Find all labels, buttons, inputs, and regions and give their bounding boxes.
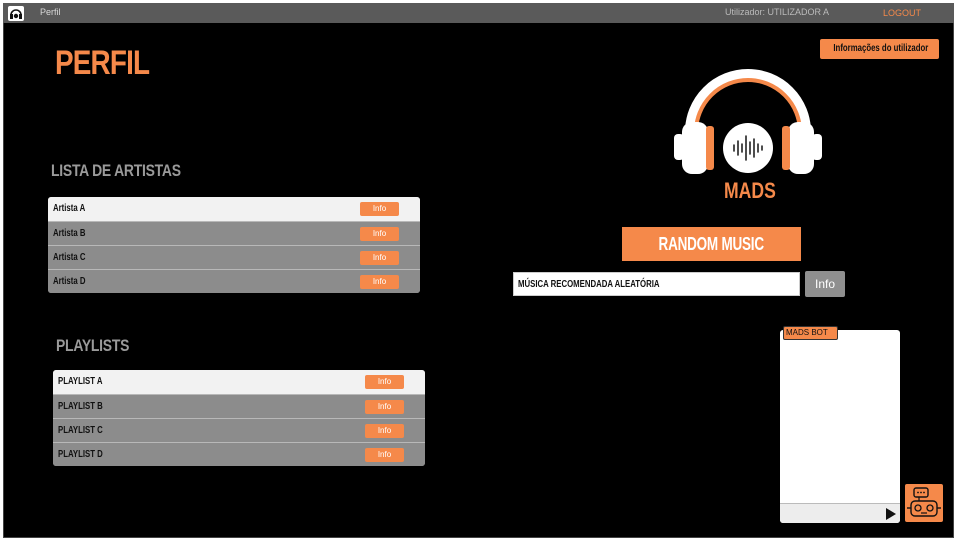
artists-section-title: LISTA DE ARTISTAS — [51, 161, 181, 180]
artist-info-button[interactable]: Info — [360, 227, 399, 241]
artist-name: Artista C — [53, 252, 86, 263]
user-info-button[interactable]: Informações do utilizador — [820, 39, 939, 59]
list-item[interactable]: Artista A Info — [48, 197, 420, 221]
playlists-list: PLAYLIST A Info PLAYLIST B Info PLAYLIST… — [53, 370, 425, 466]
window-title: Perfil — [40, 7, 61, 17]
playlist-info-button[interactable]: Info — [365, 424, 404, 438]
send-icon[interactable] — [886, 508, 896, 520]
user-info-button-label: Informações do utilizador — [833, 43, 929, 54]
random-music-button[interactable]: RANDOM MUSIC — [622, 227, 801, 261]
artist-info-button[interactable]: Info — [360, 275, 399, 289]
playlist-name: PLAYLIST B — [58, 401, 103, 412]
random-music-label: RANDOM MUSIC — [658, 234, 765, 254]
playlist-name: PLAYLIST A — [58, 376, 103, 387]
playlist-info-button[interactable]: Info — [365, 400, 404, 414]
playlists-section-title: PLAYLISTS — [56, 336, 130, 355]
robot-icon[interactable] — [905, 484, 943, 522]
artist-info-button[interactable]: Info — [360, 251, 399, 265]
recommended-song-text: MÚSICA RECOMENDADA ALEATÓRIA — [518, 279, 660, 290]
chatbot-panel — [780, 330, 900, 523]
artist-name: Artista D — [53, 276, 86, 287]
playlist-info-button[interactable]: Info — [365, 448, 404, 462]
brand-name: MADS — [724, 178, 776, 203]
headphones-icon — [8, 6, 24, 21]
list-item[interactable]: Artista C Info — [48, 245, 420, 269]
artist-name: Artista B — [53, 228, 86, 239]
current-user-label: Utilizador: UTILIZADOR A — [725, 7, 830, 17]
playlist-info-button[interactable]: Info — [365, 375, 404, 389]
artist-name: Artista A — [53, 203, 86, 214]
list-item[interactable]: PLAYLIST B Info — [53, 394, 425, 418]
list-item[interactable]: PLAYLIST C Info — [53, 418, 425, 442]
recommended-song-field: MÚSICA RECOMENDADA ALEATÓRIA — [513, 272, 800, 296]
chatbot-label: MADS BOT — [783, 326, 838, 340]
artist-info-button[interactable]: Info — [360, 202, 399, 216]
list-item[interactable]: Artista B Info — [48, 221, 420, 245]
playlist-name: PLAYLIST C — [58, 425, 103, 436]
list-item[interactable]: PLAYLIST A Info — [53, 370, 425, 394]
artists-list: Artista A Info Artista B Info Artista C … — [48, 197, 420, 293]
logout-link[interactable]: LOGOUT — [883, 8, 921, 18]
list-item[interactable]: Artista D Info — [48, 269, 420, 293]
chatbot-input[interactable] — [780, 503, 900, 523]
page-title: PERFIL — [55, 44, 150, 82]
title-bar: Perfil Utilizador: UTILIZADOR A LOGOUT — [3, 3, 954, 23]
recommended-info-button[interactable]: Info — [805, 271, 845, 297]
list-item[interactable]: PLAYLIST D Info — [53, 442, 425, 466]
playlist-name: PLAYLIST D — [58, 449, 103, 460]
